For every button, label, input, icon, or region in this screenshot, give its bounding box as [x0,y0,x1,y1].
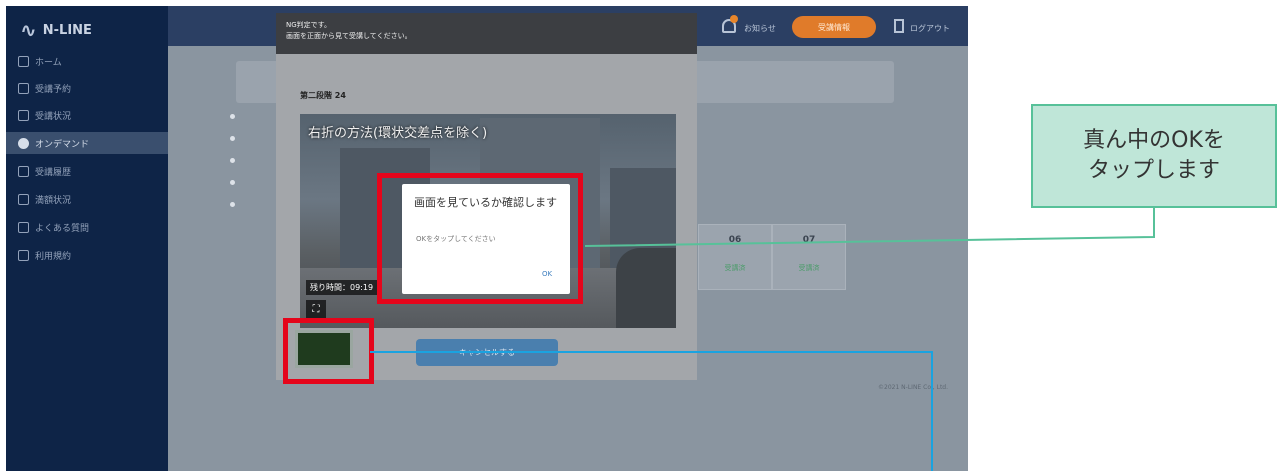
sidebar-item-label: ホーム [35,57,62,68]
list-bullet [230,180,235,185]
fullscreen-icon[interactable]: ⛶ [306,300,326,318]
faq-icon [18,221,29,233]
instruction-callout: 真ん中のOKを タップします [1031,104,1277,208]
sidebar-item-label: よくある質問 [35,223,90,234]
folder-icon [18,109,29,121]
notification-badge [730,15,738,23]
sidebar-item-label: 利用規約 [35,251,72,262]
session-status: 受講済 [798,264,820,272]
people-icon [18,193,29,205]
session-number: 06 [728,235,742,245]
highlight-camera-preview [283,318,374,384]
highlight-confirm-dialog [377,173,583,304]
sidebar-item-home[interactable]: ホーム [6,50,168,72]
session-number: 07 [802,235,816,245]
callout-line: 真ん中のOKを [1083,128,1225,153]
sidebar-item-label: 受講予約 [35,84,72,95]
calendar-icon [18,82,29,94]
logo-text: N-LINE [42,22,92,38]
session-card[interactable]: 06 受講済 [698,224,772,290]
lecture-info-button[interactable]: 受講情報 [792,16,876,38]
video-car [616,248,676,328]
callout-line: タップします [1087,158,1220,183]
sidebar-item-faq[interactable]: よくある質問 [6,216,168,238]
video-title: 右折の方法(環状交差点を除く) [308,126,488,141]
modal-title: 第二段階 24 [300,91,346,100]
list-bullet [230,158,235,163]
app-logo[interactable]: ∿ N-LINE [20,18,92,42]
sidebar: ∿ N-LINE ホーム 受講予約 受講状況 オンデマンド 受講履歴 満額状況 … [6,6,168,471]
logout-icon[interactable] [894,19,904,33]
list-bullet [230,202,235,207]
sidebar-item-on-demand[interactable]: オンデマンド [6,132,168,154]
home-icon [18,55,29,67]
sidebar-item-terms[interactable]: 利用規約 [6,244,168,266]
tutorial-screenshot: ∿ N-LINE ホーム 受講予約 受講状況 オンデマンド 受講履歴 満額状況 … [0,0,1280,471]
sidebar-item-label: 受講履歴 [35,167,72,178]
logout-link[interactable]: ログアウト [910,23,950,34]
sidebar-item-label: 受講状況 [35,111,72,122]
notice-link[interactable]: お知らせ [744,23,776,34]
session-card[interactable]: 07 受講済 [772,224,846,290]
sidebar-item-reservation[interactable]: 受講予約 [6,77,168,99]
remaining-time: 残り時間：09:19 [306,280,378,295]
sidebar-item-status[interactable]: 受講状況 [6,104,168,126]
copyright-text: ©2021 N-LINE Co., Ltd. [878,384,949,391]
session-status: 受講済 [724,264,746,272]
sidebar-item-label: 満額状況 [35,195,72,206]
toast-line: 画面を正面から見て受講してください。 [286,32,412,40]
list-bullet [230,136,235,141]
cancel-button[interactable]: キャンセルする [416,339,558,366]
logo-mark-icon: ∿ [20,18,37,42]
list-bullet [230,114,235,119]
history-icon [18,165,29,177]
terms-icon [18,249,29,261]
sidebar-item-history[interactable]: 受講履歴 [6,160,168,182]
ng-toast: NG判定です。 画面を正面から見て受講してください。 [276,13,697,54]
play-icon [18,137,29,149]
sidebar-item-label: オンデマンド [35,139,90,150]
sidebar-item-capacity[interactable]: 満額状況 [6,188,168,210]
toast-line: NG判定です。 [286,21,331,29]
